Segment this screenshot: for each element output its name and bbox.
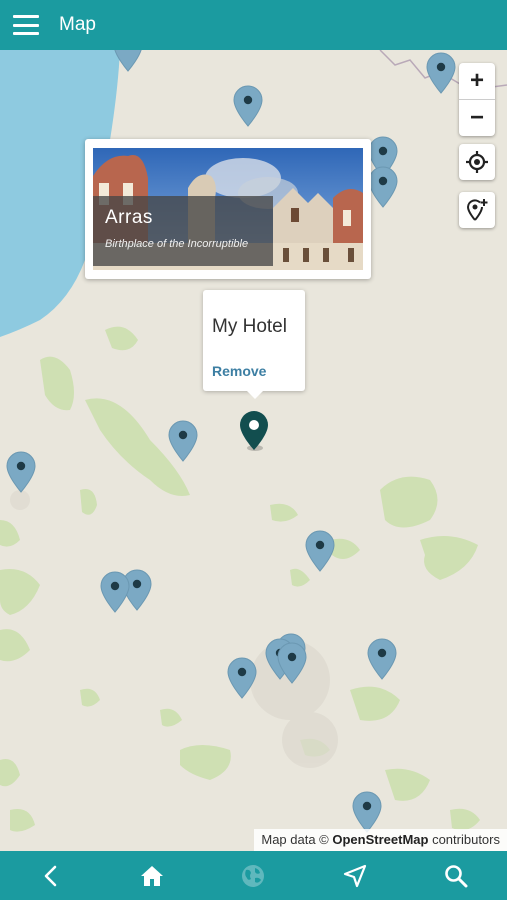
hotel-pin[interactable]: [239, 410, 269, 452]
poi-pin[interactable]: [277, 642, 307, 684]
back-icon: [44, 865, 56, 886]
poi-info-popup[interactable]: Arras Birthplace of the Incorruptible: [85, 139, 371, 279]
navigate-button[interactable]: [335, 856, 375, 896]
locate-me-button[interactable]: [459, 144, 495, 180]
add-location-icon: [466, 199, 488, 221]
poi-pin[interactable]: [426, 52, 456, 94]
back-button[interactable]: [31, 856, 71, 896]
hotel-popup: My Hotel Remove: [203, 290, 305, 399]
map-canvas[interactable]: Arras Birthplace of the Incorruptible My…: [0, 50, 507, 851]
poi-pin[interactable]: [113, 50, 143, 72]
poi-pin[interactable]: [367, 638, 397, 680]
globe-button[interactable]: [233, 856, 273, 896]
attribution-suffix: contributors: [428, 832, 500, 847]
globe-icon: [242, 864, 265, 887]
zoom-control: + −: [459, 63, 495, 136]
arras-photo[interactable]: Arras Birthplace of the Incorruptible: [93, 148, 363, 270]
poi-subtitle: Birthplace of the Incorruptible: [105, 238, 249, 250]
remove-hotel-button[interactable]: Remove: [212, 363, 266, 379]
add-place-button[interactable]: [459, 192, 495, 228]
search-icon: [445, 864, 468, 887]
zoom-out-button[interactable]: −: [459, 100, 495, 136]
poi-pin[interactable]: [368, 166, 398, 208]
photo-caption: Arras Birthplace of the Incorruptible: [93, 196, 273, 266]
poi-pin[interactable]: [227, 657, 257, 699]
openstreetmap-link[interactable]: OpenStreetMap: [332, 832, 428, 847]
search-button[interactable]: [436, 856, 476, 896]
hotel-name: My Hotel: [212, 316, 287, 337]
zoom-in-button[interactable]: +: [459, 63, 495, 100]
top-app-bar: Map: [0, 0, 507, 50]
poi-title: Arras: [105, 207, 153, 228]
home-icon: [141, 865, 164, 886]
poi-pin[interactable]: [305, 530, 335, 572]
poi-pin[interactable]: [6, 451, 36, 493]
poi-pin[interactable]: [168, 420, 198, 462]
map-attribution: Map data © OpenStreetMap contributors: [254, 829, 507, 851]
attribution-prefix: Map data ©: [261, 832, 333, 847]
poi-pin[interactable]: [233, 85, 263, 127]
page-title: Map: [59, 14, 96, 35]
crosshair-icon: [466, 151, 488, 173]
poi-pin[interactable]: [100, 571, 130, 613]
poi-pin[interactable]: [352, 791, 382, 833]
bottom-nav-bar: [0, 851, 507, 900]
navigation-arrow-icon: [343, 864, 366, 887]
home-button[interactable]: [132, 856, 172, 896]
hamburger-menu-icon[interactable]: [13, 15, 39, 35]
